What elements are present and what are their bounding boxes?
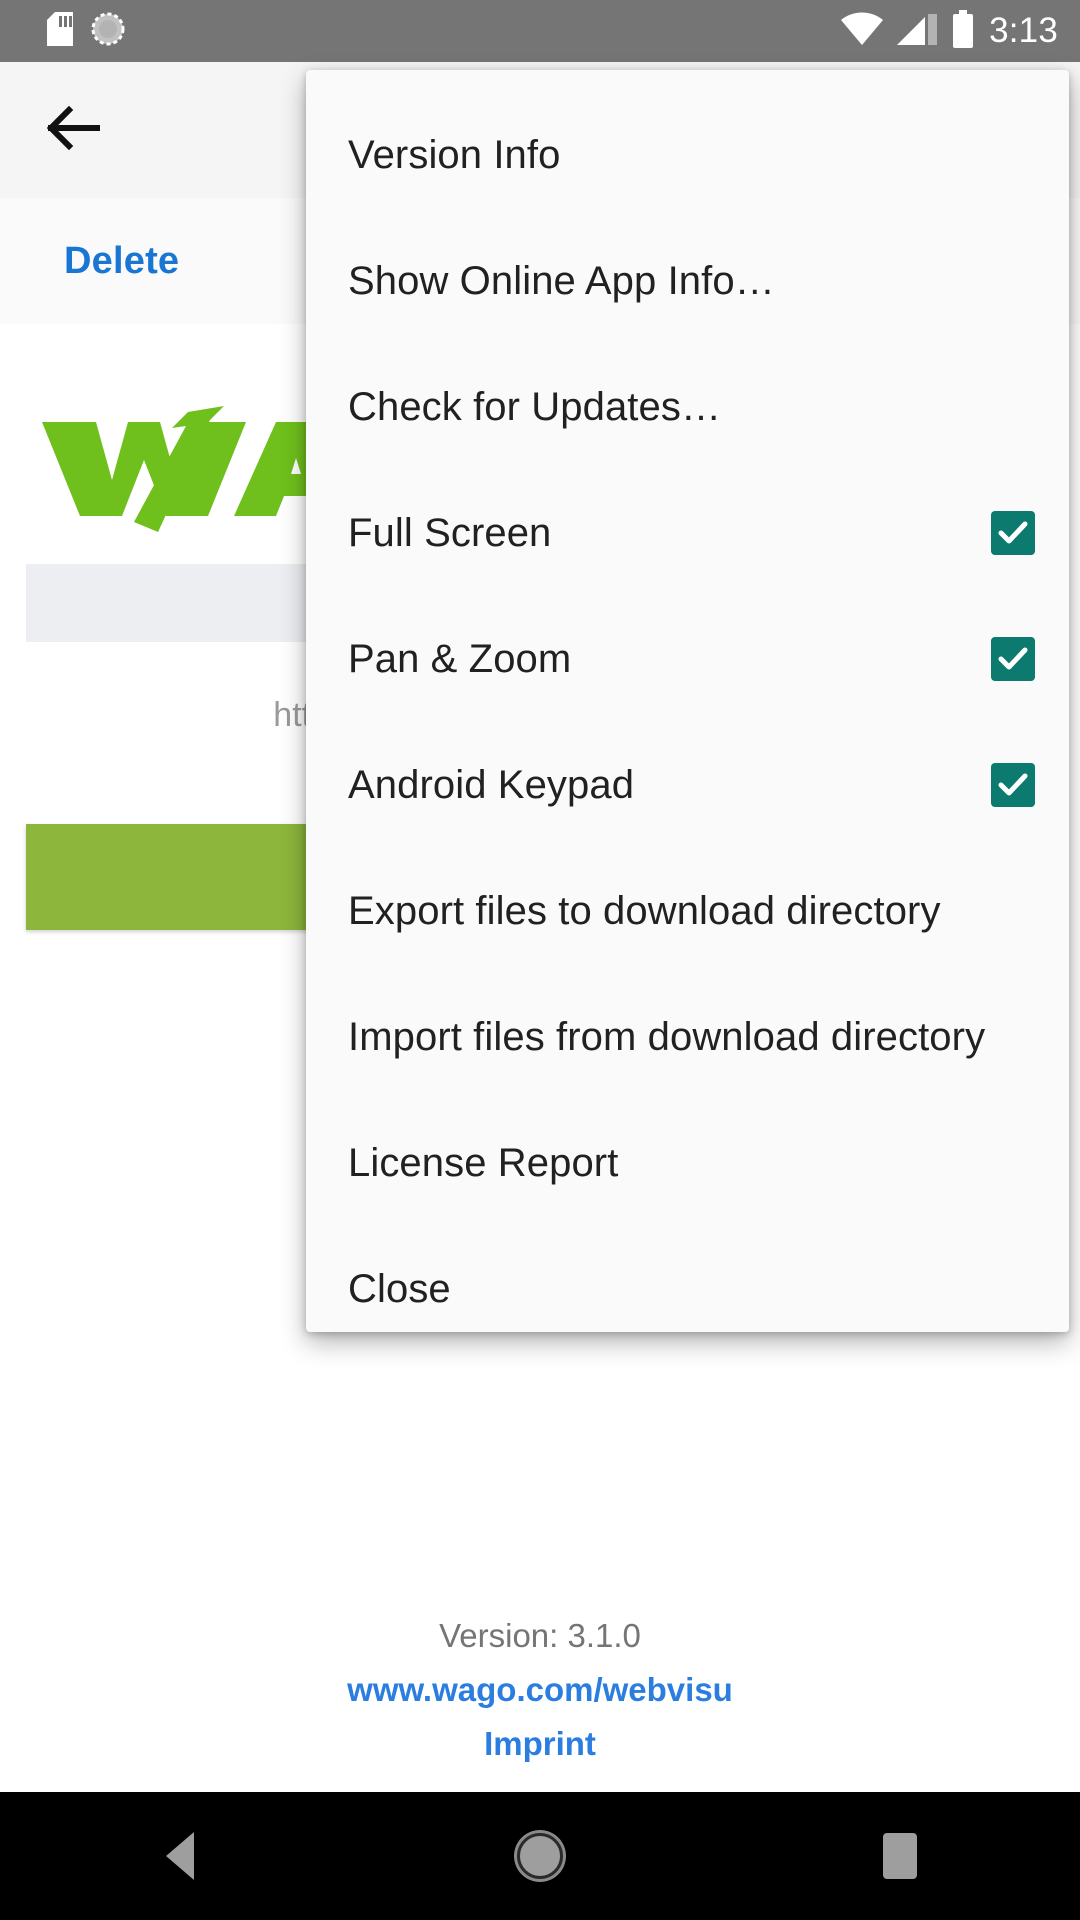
square-recents-icon	[883, 1833, 917, 1879]
status-bar-clock: 3:13	[989, 10, 1058, 50]
menu-item-label: License Report	[348, 1141, 619, 1185]
wifi-icon	[841, 12, 884, 50]
menu-item-license-report[interactable]: License Report	[306, 1100, 1069, 1226]
cellular-signal-icon	[897, 12, 938, 50]
menu-item-pan-and-zoom[interactable]: Pan & Zoom	[306, 596, 1069, 722]
options-popup-menu: Version Info Show Online App Info… Check…	[306, 70, 1069, 1332]
menu-item-show-online-app-info[interactable]: Show Online App Info…	[306, 218, 1069, 344]
menu-item-label: Import files from download directory	[348, 1015, 986, 1059]
sync-spinner-icon	[91, 12, 125, 51]
checkbox-checked-icon[interactable]	[991, 763, 1035, 807]
battery-icon	[951, 9, 975, 53]
menu-item-check-for-updates[interactable]: Check for Updates…	[306, 344, 1069, 470]
android-navigation-bar	[0, 1792, 1080, 1920]
status-bar-left-icons	[47, 11, 125, 51]
menu-item-label: Show Online App Info…	[348, 259, 775, 303]
menu-item-label: Export files to download directory	[348, 889, 941, 933]
menu-item-label: Android Keypad	[348, 763, 635, 807]
menu-item-close[interactable]: Close	[306, 1226, 1069, 1332]
checkbox-checked-icon[interactable]	[991, 511, 1035, 555]
menu-item-label: Version Info	[348, 133, 561, 177]
menu-item-label: Full Screen	[348, 511, 552, 555]
menu-item-version-info[interactable]: Version Info	[306, 92, 1069, 218]
app-screen: 3:13 Delete http Version: 3.1.0 www.wago…	[0, 0, 1080, 1920]
menu-item-full-screen[interactable]: Full Screen	[306, 470, 1069, 596]
home-nav-button[interactable]	[465, 1792, 615, 1920]
menu-item-import-files[interactable]: Import files from download directory	[306, 974, 1069, 1100]
status-bar: 3:13	[0, 0, 1080, 62]
menu-item-label: Check for Updates…	[348, 385, 722, 429]
sd-card-icon	[47, 11, 73, 51]
menu-item-label: Close	[348, 1267, 451, 1311]
menu-item-label: Pan & Zoom	[348, 637, 572, 681]
triangle-back-icon	[166, 1832, 194, 1880]
recents-nav-button[interactable]	[825, 1792, 975, 1920]
menu-item-android-keypad[interactable]: Android Keypad	[306, 722, 1069, 848]
status-bar-right-icons: 3:13	[841, 9, 1058, 53]
checkbox-checked-icon[interactable]	[991, 637, 1035, 681]
back-nav-button[interactable]	[105, 1792, 255, 1920]
menu-item-export-files[interactable]: Export files to download directory	[306, 848, 1069, 974]
circle-home-icon	[517, 1833, 563, 1879]
